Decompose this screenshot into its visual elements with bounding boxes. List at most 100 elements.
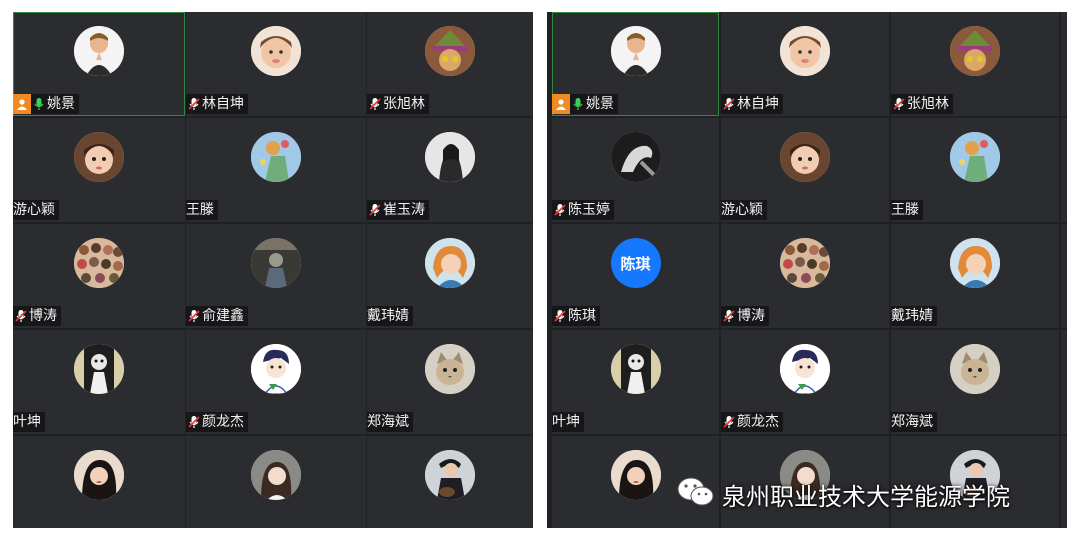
participant-tile[interactable]: 颜龙杰 <box>721 330 889 434</box>
participant-tile[interactable]: 俞建鑫 <box>186 224 366 328</box>
photo-flower-drawing-icon <box>950 132 1000 182</box>
participant-tile[interactable] <box>1061 12 1067 116</box>
photo-child-face-icon <box>780 26 830 76</box>
participant-name: 戴玮婧 <box>367 308 409 324</box>
participant-grid: 姚景 林自坤 张旭林 陈玉婷 游心颖 王滕 陈琪 陈琪 博涛 戴玮婧 叶坤 颜龙杰 郑海斌 <box>552 12 1067 528</box>
photo-cat-icon <box>950 344 1000 394</box>
photo-crowd-icon <box>780 238 830 288</box>
photo-cartoon-boy-icon <box>251 344 301 394</box>
microphone-muted-icon <box>188 415 200 429</box>
name-tag: 王滕 <box>891 200 923 220</box>
microphone-muted-icon <box>15 309 27 323</box>
participant-tile[interactable]: 叶坤 <box>552 330 719 434</box>
name-tag: 陈琪 <box>552 306 600 326</box>
participant-tile[interactable] <box>13 436 185 528</box>
avatar-initials: 陈琪 <box>610 238 661 288</box>
photo-green-hat-icon <box>950 26 1000 76</box>
participant-tile[interactable]: 颜龙杰 <box>186 330 366 434</box>
microphone-muted-icon <box>369 203 381 217</box>
participant-tile[interactable]: 林自坤 <box>721 12 889 116</box>
photo-man-guitar-icon <box>425 450 475 500</box>
microphone-muted-icon <box>554 203 566 217</box>
participant-tile[interactable]: 戴玮婧 <box>367 224 533 328</box>
participant-name: 博涛 <box>737 308 765 324</box>
participant-name: 游心颖 <box>721 202 763 218</box>
participant-tile[interactable]: 王滕 <box>891 118 1059 222</box>
participant-tile[interactable]: 张旭林 <box>891 12 1059 116</box>
name-tag: 博涛 <box>13 306 61 326</box>
participant-name: 郑海斌 <box>367 414 409 430</box>
photo-bw-hand-icon <box>610 132 661 182</box>
participant-name: 姚景 <box>47 96 75 112</box>
participant-name: 郑海斌 <box>891 414 933 430</box>
participant-tile[interactable] <box>186 436 366 528</box>
microphone-muted-icon <box>554 309 566 323</box>
participant-tile[interactable]: 姚景 <box>552 12 719 116</box>
participant-tile[interactable]: 陈琪 陈琪 <box>552 224 719 328</box>
participant-tile[interactable]: 陈玉婷 <box>552 118 719 222</box>
name-tag: 博涛 <box>721 306 769 326</box>
name-tag: 郑海斌 <box>891 412 937 432</box>
participant-name: 林自坤 <box>202 96 244 112</box>
name-tag: 叶坤 <box>552 412 584 432</box>
microphone-muted-icon <box>723 309 735 323</box>
participant-tile[interactable] <box>1061 118 1067 222</box>
name-tag: 张旭林 <box>367 94 429 114</box>
name-tag: 姚景 <box>13 94 79 114</box>
participant-tile[interactable]: 姚景 <box>13 12 185 116</box>
photo-child-praying-icon <box>74 26 124 76</box>
participant-tile[interactable]: 林自坤 <box>186 12 366 116</box>
photo-flower-drawing-icon <box>251 132 301 182</box>
participant-name: 张旭林 <box>383 96 425 112</box>
name-tag: 林自坤 <box>186 94 248 114</box>
participant-tile[interactable] <box>367 436 533 528</box>
name-tag: 颜龙杰 <box>186 412 248 432</box>
name-tag: 张旭林 <box>891 94 953 114</box>
participant-name: 姚景 <box>586 96 614 112</box>
participant-tile[interactable]: 张旭林 <box>367 12 533 116</box>
participant-tile[interactable]: 戴玮婧 <box>891 224 1059 328</box>
name-tag: 游心颖 <box>721 200 767 220</box>
participant-name: 博涛 <box>29 308 57 324</box>
participant-tile[interactable]: 郑海斌 <box>891 330 1059 434</box>
microphone-muted-icon <box>723 97 735 111</box>
participant-name: 叶坤 <box>13 414 41 430</box>
photo-cartoon-boy-icon <box>780 344 830 394</box>
photo-child-face-icon <box>251 26 301 76</box>
participant-tile[interactable]: 郑海斌 <box>367 330 533 434</box>
name-tag: 崔玉涛 <box>367 200 429 220</box>
participant-tile[interactable]: 博涛 <box>721 224 889 328</box>
photo-orange-hair-icon <box>950 238 1000 288</box>
participant-tile[interactable] <box>1061 330 1067 434</box>
name-tag: 郑海斌 <box>367 412 413 432</box>
participant-name: 王滕 <box>891 202 919 218</box>
wechat-icon <box>676 475 716 513</box>
name-tag: 俞建鑫 <box>186 306 248 326</box>
participant-name: 颜龙杰 <box>202 414 244 430</box>
participant-tile[interactable]: 游心颖 <box>13 118 185 222</box>
participant-tile[interactable] <box>1061 436 1067 528</box>
name-tag: 林自坤 <box>721 94 783 114</box>
participant-tile[interactable]: 博涛 <box>13 224 185 328</box>
microphone-muted-icon <box>893 97 905 111</box>
participant-name: 陈琪 <box>568 308 596 324</box>
photo-child-praying-icon <box>610 26 661 76</box>
participant-tile[interactable] <box>1061 224 1067 328</box>
microphone-muted-icon <box>188 97 200 111</box>
photo-woman-dark-icon <box>74 450 124 500</box>
photo-green-hat-icon <box>425 26 475 76</box>
participant-name: 游心颖 <box>13 202 55 218</box>
participant-tile[interactable]: 叶坤 <box>13 330 185 434</box>
participant-tile[interactable]: 游心颖 <box>721 118 889 222</box>
participant-name: 叶坤 <box>552 414 580 430</box>
participant-tile[interactable]: 王滕 <box>186 118 366 222</box>
photo-woman-dark-icon <box>610 450 661 500</box>
photo-orange-hair-icon <box>425 238 475 288</box>
photo-cat-icon <box>425 344 475 394</box>
photo-dark-figure-icon <box>251 238 301 288</box>
participant-tile[interactable]: 崔玉涛 <box>367 118 533 222</box>
name-tag: 陈玉婷 <box>552 200 614 220</box>
participant-name: 陈玉婷 <box>568 202 610 218</box>
host-icon <box>552 94 570 114</box>
photo-bw-portrait-icon <box>425 132 475 182</box>
